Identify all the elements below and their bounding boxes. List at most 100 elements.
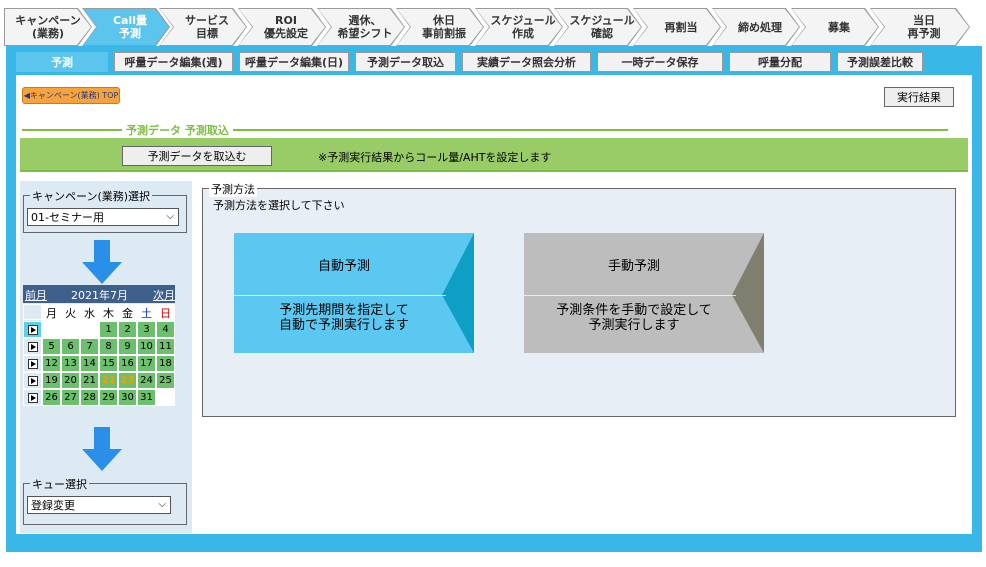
section-title: 予測データ 予測取込 [122, 122, 233, 138]
calendar-day[interactable]: 5 [42, 338, 61, 355]
top-tab-4[interactable]: 週休、 希望シフト [317, 8, 405, 46]
left-panel: キャンペーン(業務)選択 01-セミナー用 ⌵ 前月 2021年7月 次月月火水木金… [20, 181, 192, 533]
calendar-day[interactable]: 26 [42, 389, 61, 406]
manual-forecast-desc: 予測条件を手動で設定して 予測実行します [556, 303, 712, 333]
top-tab-6[interactable]: スケジュール 作成 [475, 8, 563, 46]
queue-fieldset: キュー選択 登録変更 ⌵ [23, 476, 187, 525]
top-tab-8[interactable]: 再割当 [633, 8, 721, 46]
down-arrow-icon [82, 427, 122, 471]
calendar-day[interactable]: 21 [80, 372, 99, 389]
campaign-fieldset: キャンペーン(業務)選択 01-セミナー用 ⌵ [23, 188, 187, 233]
calendar-day[interactable]: 3 [137, 321, 156, 338]
top-tab-label: 募集 [792, 9, 878, 45]
top-tab-label: スケジュール 確認 [555, 9, 641, 45]
divider [234, 295, 446, 296]
week-select-icon[interactable] [23, 338, 42, 355]
calendar-day[interactable]: 15 [99, 355, 118, 372]
top-tab-1[interactable]: Call量 予測 [82, 8, 170, 46]
week-select-icon[interactable] [23, 372, 42, 389]
queue-select[interactable]: 登録変更 ⌵ [27, 496, 171, 514]
calendar-day[interactable]: 8 [99, 338, 118, 355]
calendar-day[interactable]: 28 [80, 389, 99, 406]
sub-tab-5[interactable]: 一時データ保存 [597, 52, 723, 72]
sub-tab-3[interactable]: 予測データ取込 [355, 52, 456, 72]
campaign-legend: キャンペーン(業務)選択 [30, 188, 153, 204]
top-tab-2[interactable]: サービス 目標 [159, 8, 247, 46]
weekday-label: 日 [156, 304, 175, 321]
weekday-label: 火 [61, 304, 80, 321]
down-arrow-icon [82, 240, 122, 284]
calendar-day[interactable]: 20 [61, 372, 80, 389]
top-tab-5[interactable]: 休日 事前割振 [396, 8, 484, 46]
calendar-day[interactable]: 13 [61, 355, 80, 372]
next-month-link[interactable]: 次月 [153, 287, 175, 303]
prev-month-link[interactable]: 前月 [25, 287, 47, 303]
chevron-down-icon: ⌵ [166, 211, 174, 222]
calendar-day[interactable]: 12 [42, 355, 61, 372]
week-select-icon[interactable] [23, 355, 42, 372]
top-tab-11[interactable]: 当日 再予測 [870, 8, 970, 46]
weekday-label: 金 [118, 304, 137, 321]
top-tab-label: 締め処理 [713, 9, 799, 45]
week-select-icon[interactable] [23, 389, 42, 406]
calendar-day[interactable]: 30 [118, 389, 137, 406]
sub-tab-1[interactable]: 呼量データ編集(週) [114, 52, 233, 72]
top-tab-10[interactable]: 募集 [791, 8, 879, 46]
calendar-day[interactable]: 2 [118, 321, 137, 338]
calendar-day[interactable]: 10 [137, 338, 156, 355]
top-tab-label: キャンペーン (業務) [5, 9, 91, 45]
content-area: ◀キャンペーン(業務) TOP 実行結果 予測データ 予測取込 予測データを取込… [16, 75, 972, 534]
sub-tab-0[interactable]: 予測 [16, 52, 108, 72]
campaign-select[interactable]: 01-セミナー用 ⌵ [27, 208, 179, 226]
calendar-day[interactable]: 7 [80, 338, 99, 355]
section-header: 予測データ 予測取込 [22, 122, 948, 138]
calendar-day[interactable]: 27 [61, 389, 80, 406]
sub-tab-4[interactable]: 実績データ照会分析 [462, 52, 591, 72]
auto-forecast-title: 自動予測 [317, 259, 370, 274]
calendar-day[interactable]: 24 [137, 372, 156, 389]
top-tab-0[interactable]: キャンペーン (業務) [4, 8, 92, 46]
calendar-day[interactable]: 17 [137, 355, 156, 372]
method-legend: 予測方法 [209, 181, 257, 197]
main-frame: 予測 呼量データ編集(週) 呼量データ編集(日) 予測データ取込 実績データ照会分析 一時… [6, 46, 982, 552]
calendar-day[interactable]: 29 [99, 389, 118, 406]
calendar-day[interactable]: 1 [99, 321, 118, 338]
weekday-corner [23, 304, 42, 320]
calendar-day[interactable]: 4 [156, 321, 175, 338]
top-tab-label: 休日 事前割振 [397, 9, 483, 45]
week-select-icon[interactable] [23, 321, 42, 338]
top-tab-label: サービス 目標 [160, 9, 246, 45]
calendar-empty-cell [61, 321, 80, 338]
auto-forecast-card[interactable]: 自動予測 予測先期間を指定して 自動で予測実行します [234, 233, 474, 353]
top-tab-3[interactable]: ROI 優先設定 [238, 8, 326, 46]
manual-forecast-title: 手動予測 [607, 259, 660, 274]
calendar-day[interactable]: 6 [61, 338, 80, 355]
calendar-day[interactable]: 9 [118, 338, 137, 355]
calendar-day[interactable]: 14 [80, 355, 99, 372]
calendar-empty-cell [42, 321, 61, 338]
exec-result-button[interactable]: 実行結果 [884, 87, 954, 107]
method-instruction: 予測方法を選択して下さい [213, 199, 345, 212]
calendar-day[interactable]: 16 [118, 355, 137, 372]
calendar-day[interactable]: 11 [156, 338, 175, 355]
calendar-day[interactable]: 31 [137, 389, 156, 406]
campaign-top-link[interactable]: ◀キャンペーン(業務) TOP [22, 87, 120, 104]
calendar-day[interactable]: 23 [118, 372, 137, 389]
auto-forecast-desc: 予測先期間を指定して 自動で予測実行します [278, 303, 409, 333]
import-bar: 予測データを取込む ※予測実行結果からコール量/AHTを設定します [20, 138, 968, 172]
sub-tab-2[interactable]: 呼量データ編集(日) [239, 52, 349, 72]
top-tab-7[interactable]: スケジュール 確認 [554, 8, 642, 46]
top-tab-9[interactable]: 締め処理 [712, 8, 800, 46]
sub-tab-7[interactable]: 予測誤差比較 [837, 52, 923, 72]
import-button[interactable]: 予測データを取込む [122, 146, 272, 166]
weekday-label: 月 [42, 304, 61, 321]
manual-forecast-card[interactable]: 手動予測 予測条件を手動で設定して 予測実行します [524, 233, 764, 353]
calendar-month: 2021年7月 [71, 289, 128, 302]
calendar-day[interactable]: 25 [156, 372, 175, 389]
calendar-day[interactable]: 22 [99, 372, 118, 389]
calendar-day[interactable]: 18 [156, 355, 175, 372]
top-tab-label: 再割当 [634, 9, 720, 45]
calendar-day[interactable]: 19 [42, 372, 61, 389]
sub-tab-6[interactable]: 呼量分配 [729, 52, 831, 72]
method-fieldset: 予測方法 予測方法を選択して下さい 自動予測 予測先期間を指定して 自動で予測実… [202, 181, 956, 417]
